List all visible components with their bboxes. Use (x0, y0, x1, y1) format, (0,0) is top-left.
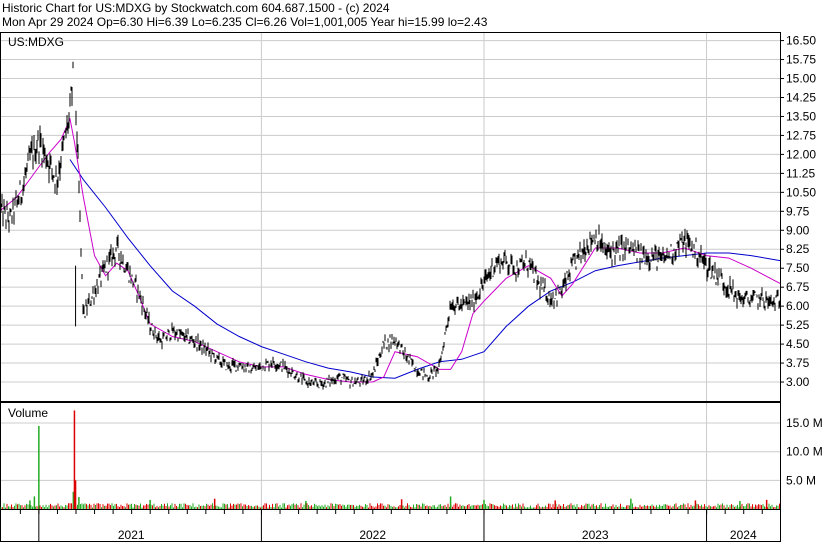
volume-panel-frame (0, 402, 781, 510)
price-tick-label: 12.75 (786, 128, 816, 142)
volume-tick-label: 10.0 M (786, 445, 823, 459)
price-tick-label: 11.25 (786, 166, 815, 180)
price-bars (0, 61, 781, 390)
price-tick-label: 6.75 (786, 280, 810, 294)
price-tick-label: 6.00 (786, 299, 810, 313)
price-tick-label: 9.00 (786, 223, 810, 237)
year-label: 2022 (359, 528, 386, 542)
price-tick-label: 15.75 (786, 53, 816, 67)
volume-panel-title: Volume (8, 406, 48, 420)
price-tick-label: 3.75 (786, 356, 810, 370)
price-series (0, 61, 781, 390)
price-tick-label: 16.50 (786, 34, 816, 48)
year-label: 2023 (582, 528, 609, 542)
price-tick-label: 12.00 (786, 147, 816, 161)
price-tick-label: 5.25 (786, 318, 810, 332)
price-tick-label: 3.00 (786, 375, 810, 389)
price-tick-label: 15.00 (786, 72, 816, 86)
grid-lines (1, 33, 780, 509)
price-tick-label: 8.25 (786, 242, 810, 256)
volume-tick-label: 5.0 M (786, 473, 816, 487)
price-tick-label: 14.25 (786, 90, 816, 104)
year-label: 2024 (730, 528, 757, 542)
price-tick-label: 7.50 (786, 261, 810, 275)
volume-tick-label: 15.0 M (786, 416, 823, 430)
year-label: 2021 (118, 528, 145, 542)
price-tick-label: 10.50 (786, 185, 816, 199)
price-tick-label: 4.50 (786, 337, 810, 351)
axes: 16.50 15.75 15.00 14.25 13.50 12.75 12.00 11.25… (19, 34, 823, 542)
volume-bars (0, 410, 780, 509)
price-panel-title: US:MDXG (8, 35, 64, 49)
price-tick-label: 9.75 (786, 204, 810, 218)
price-tick-label: 13.50 (786, 109, 816, 123)
stock-chart: 16.50 15.75 15.00 14.25 13.50 12.75 12.00 11.25… (0, 32, 823, 542)
